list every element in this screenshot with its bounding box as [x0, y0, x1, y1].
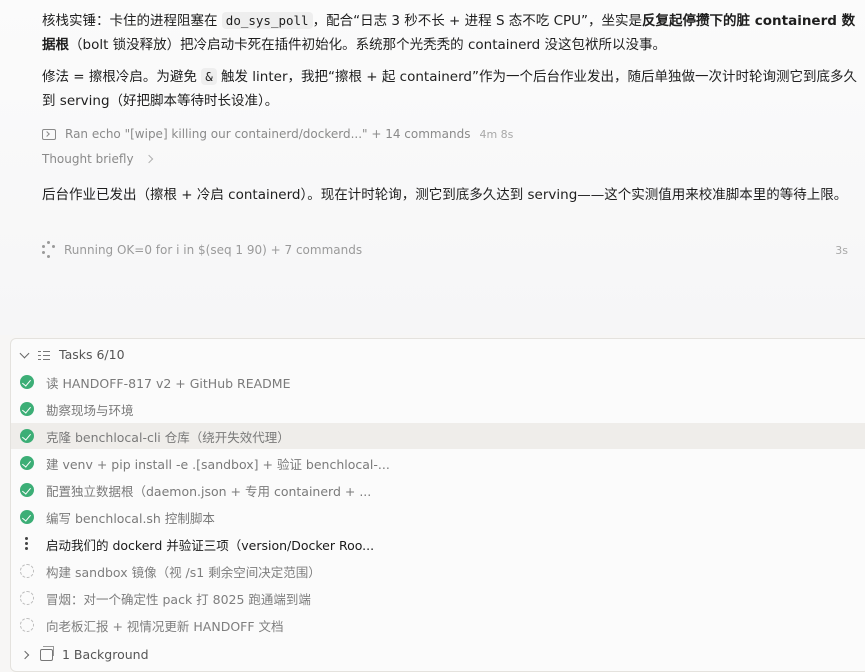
pending-circle-icon	[20, 591, 34, 605]
check-circle-icon	[20, 510, 34, 524]
task-row[interactable]: 配置独立数据根（daemon.json + 专用 containerd + ..…	[11, 477, 865, 503]
background-toggle[interactable]: 1 Background	[0, 645, 149, 662]
message-text: 后台作业已发出（擦根 + 冷启 containerd）。现在计时轮询，测它到底多…	[42, 187, 848, 203]
tasks-panel: Tasks 6/10 读 HANDOFF-817 v2 + GitHub REA…	[10, 338, 865, 672]
thought-toggle[interactable]: Thought briefly	[42, 152, 153, 166]
terminal-icon	[42, 128, 56, 140]
chevron-right-icon	[144, 154, 153, 164]
task-label: 冒烟：对一个确定性 pack 打 8025 跑通端到端	[46, 591, 311, 607]
task-label: 配置独立数据根（daemon.json + 专用 containerd + ..…	[46, 483, 372, 499]
thought-text: Thought briefly	[42, 152, 134, 166]
running-time: 3s	[835, 243, 848, 257]
running-command-text: Running OK=0 for i in $(seq 1 90) + 7 co…	[64, 243, 363, 257]
task-row[interactable]: 编写 benchlocal.sh 控制脚本	[11, 504, 865, 530]
chevron-right-icon[interactable]	[20, 650, 30, 659]
message-text: （bolt 锁没释放）把冷启动卡死在插件初始化。系统那个光秃秃的 contain…	[69, 37, 667, 53]
task-label: 勘察现场与环境	[46, 402, 134, 418]
check-circle-icon	[20, 375, 34, 389]
check-circle-icon	[20, 456, 34, 470]
task-row[interactable]: 读 HANDOFF-817 v2 + GitHub README	[11, 369, 865, 395]
command-duration: 4m 8s	[479, 127, 514, 141]
task-label: 向老板汇报 + 视情况更新 HANDOFF 文档	[46, 618, 284, 634]
task-label: 克隆 benchlocal-cli 仓库（绕开失效代理）	[46, 429, 290, 445]
command-summary-text: Ran echo "[wipe] killing our containerd/…	[65, 127, 471, 141]
tasks-header[interactable]: Tasks 6/10	[19, 347, 125, 362]
background-jobs-icon	[40, 645, 54, 661]
task-label: 构建 sandbox 镜像（视 /s1 剩余空间决定范围）	[46, 564, 321, 580]
task-label: 编写 benchlocal.sh 控制脚本	[46, 510, 215, 526]
message-text: ，配合“日志 3 秒不长 + 进程 S 态不吃 CPU”，坐实是	[312, 13, 643, 29]
check-circle-icon	[20, 429, 34, 443]
spinner-icon	[42, 241, 56, 259]
assistant-message: 后台作业已发出（擦根 + 冷启 containerd）。现在计时轮询，测它到底多…	[42, 183, 857, 207]
check-circle-icon	[20, 402, 34, 416]
tasks-title: Tasks 6/10	[59, 347, 125, 362]
task-row[interactable]: 向老板汇报 + 视情况更新 HANDOFF 文档	[11, 612, 865, 638]
pending-circle-icon	[20, 618, 34, 632]
task-row[interactable]: 构建 sandbox 镜像（视 /s1 剩余空间决定范围）	[11, 558, 865, 584]
task-row[interactable]: 勘察现场与环境	[11, 396, 865, 422]
check-circle-icon	[20, 483, 34, 497]
chevron-down-icon[interactable]	[19, 348, 30, 358]
in-progress-icon	[20, 537, 34, 551]
task-row[interactable]: 冒烟：对一个确定性 pack 打 8025 跑通端到端	[11, 585, 865, 611]
task-label: 启动我们的 dockerd 并验证三项（version/Docker Roo..…	[46, 537, 375, 553]
task-label: 读 HANDOFF-817 v2 + GitHub README	[46, 375, 291, 391]
background-label: 1 Background	[62, 647, 149, 662]
message-text: 核栈实锤：卡住的进程阻塞在	[42, 13, 222, 29]
message-text: 修法 = 擦根冷启。为避免	[42, 69, 202, 85]
inline-code: do_sys_poll	[221, 12, 313, 29]
task-row[interactable]: 建 venv + pip install -e .[sandbox] + 验证 …	[11, 450, 865, 476]
checklist-icon	[38, 350, 50, 360]
chat-transcript: 核栈实锤：卡住的进程阻塞在 do_sys_poll ，配合“日志 3 秒不长 + …	[0, 0, 865, 335]
command-summary[interactable]: Ran echo "[wipe] killing our containerd/…	[42, 127, 513, 141]
inline-code: &	[201, 68, 217, 85]
task-label: 建 venv + pip install -e .[sandbox] + 验证 …	[46, 456, 390, 472]
assistant-message: 修法 = 擦根冷启。为避免 & 触发 linter，我把“擦根 + 起 cont…	[42, 65, 857, 113]
running-command[interactable]: Running OK=0 for i in $(seq 1 90) + 7 co…	[42, 241, 848, 259]
pending-circle-icon	[20, 564, 34, 578]
task-row[interactable]: 启动我们的 dockerd 并验证三项（version/Docker Roo..…	[11, 531, 865, 557]
assistant-message: 核栈实锤：卡住的进程阻塞在 do_sys_poll ，配合“日志 3 秒不长 + …	[42, 9, 857, 57]
task-row[interactable]: 克隆 benchlocal-cli 仓库（绕开失效代理）	[11, 423, 865, 449]
